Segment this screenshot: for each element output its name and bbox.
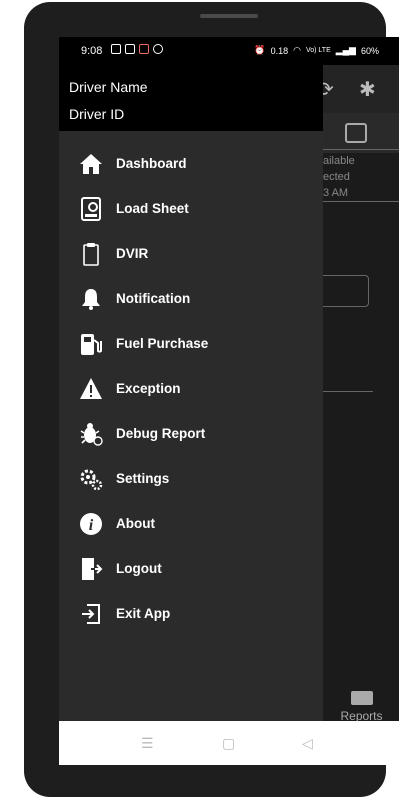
navigation-drawer: Driver Name Driver ID Dashboard Load She… bbox=[59, 65, 323, 721]
warning-icon bbox=[79, 377, 103, 401]
bluetooth-icon[interactable]: ✱ bbox=[359, 77, 376, 102]
menu-item-label: Exception bbox=[116, 381, 181, 396]
status-bar: 9:08 ⏰ 0.18 ◠ Vo) LTE ▂▄▆ 60% bbox=[59, 37, 399, 65]
notification-icon bbox=[125, 44, 135, 54]
menu-item-about[interactable]: i About bbox=[59, 501, 323, 546]
screen: 9:08 ⏰ 0.18 ◠ Vo) LTE ▂▄▆ 60% ⟳ ✱ ailabl… bbox=[59, 37, 399, 765]
alarm-icon: ⏰ bbox=[254, 45, 266, 55]
menu-item-notification[interactable]: Notification bbox=[59, 276, 323, 321]
menu-item-dvir[interactable]: DVIR bbox=[59, 231, 323, 276]
heart-icon bbox=[139, 44, 149, 54]
menu-item-debug-report[interactable]: Debug Report bbox=[59, 411, 323, 456]
menu-item-label: Debug Report bbox=[116, 426, 206, 441]
status-text: 3 AM bbox=[323, 187, 349, 199]
menu-item-label: Notification bbox=[116, 291, 191, 306]
menu-item-logout[interactable]: Logout bbox=[59, 546, 323, 591]
svg-text:i: i bbox=[89, 517, 94, 534]
fuel-pump-icon bbox=[79, 332, 103, 356]
load-sheet-icon bbox=[79, 196, 103, 221]
signal-icon: ▂▄▆ bbox=[335, 45, 356, 55]
system-nav-bar: ☰ ▢ ◁ bbox=[59, 721, 399, 765]
notification-icons bbox=[111, 44, 163, 54]
menu-item-label: About bbox=[116, 516, 155, 531]
gear-icon bbox=[79, 467, 103, 491]
phone-frame: 9:08 ⏰ 0.18 ◠ Vo) LTE ▂▄▆ 60% ⟳ ✱ ailabl… bbox=[24, 2, 399, 797]
menu-item-settings[interactable]: Settings bbox=[59, 456, 323, 501]
menu-item-label: DVIR bbox=[116, 246, 149, 261]
status-text: ected bbox=[323, 171, 350, 183]
exit-icon bbox=[79, 602, 103, 626]
home-icon bbox=[79, 152, 103, 176]
divider bbox=[323, 149, 399, 150]
notification-icon bbox=[111, 44, 121, 54]
q-icon bbox=[153, 44, 163, 54]
home-button[interactable]: ▢ bbox=[222, 735, 235, 752]
driver-id: Driver ID bbox=[69, 106, 125, 122]
back-button[interactable]: ◁ bbox=[302, 735, 313, 752]
status-right: ⏰ 0.18 ◠ Vo) LTE ▂▄▆ 60% bbox=[254, 45, 379, 56]
status-time: 9:08 bbox=[81, 45, 103, 57]
bug-icon bbox=[79, 422, 103, 446]
divider bbox=[323, 391, 373, 392]
network-type: Vo) LTE bbox=[305, 47, 331, 54]
menu-item-label: Load Sheet bbox=[116, 201, 189, 216]
menu-item-exception[interactable]: Exception bbox=[59, 366, 323, 411]
menu-item-label: Exit App bbox=[116, 606, 171, 621]
menu-item-label: Fuel Purchase bbox=[116, 336, 209, 351]
menu-item-load-sheet[interactable]: Load Sheet bbox=[59, 186, 323, 231]
divider bbox=[323, 201, 399, 202]
battery-level: 60% bbox=[360, 45, 379, 56]
status-text: ailable bbox=[323, 155, 355, 167]
bell-icon bbox=[79, 287, 103, 311]
menu-item-label: Logout bbox=[116, 561, 162, 576]
calendar-icon[interactable] bbox=[345, 123, 367, 143]
clipboard-icon bbox=[79, 242, 103, 266]
logout-icon bbox=[79, 557, 103, 581]
recents-button[interactable]: ☰ bbox=[141, 735, 154, 752]
speaker-grille bbox=[200, 14, 258, 18]
wifi-icon: ◠ bbox=[293, 45, 301, 55]
drawer-header: Driver Name Driver ID bbox=[59, 65, 323, 131]
truck-icon bbox=[350, 691, 373, 705]
menu-item-label: Settings bbox=[116, 471, 170, 486]
menu-item-dashboard[interactable]: Dashboard bbox=[59, 141, 323, 186]
network-speed: 0.18 bbox=[270, 45, 289, 56]
driver-name: Driver Name bbox=[69, 79, 148, 95]
menu-item-fuel-purchase[interactable]: Fuel Purchase bbox=[59, 321, 323, 366]
info-icon: i bbox=[79, 512, 103, 536]
menu-item-exit-app[interactable]: Exit App bbox=[59, 591, 323, 636]
menu-item-label: Dashboard bbox=[116, 156, 187, 171]
